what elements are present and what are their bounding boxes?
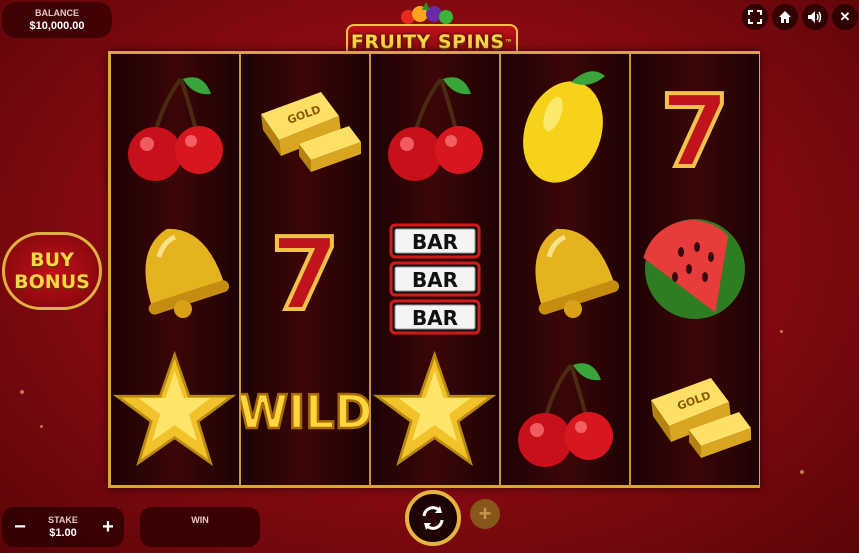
logo-trademark: ™	[504, 37, 514, 47]
gold-icon: GOLD	[651, 378, 751, 458]
star-icon	[112, 350, 237, 467]
plus-icon: +	[478, 501, 492, 526]
gold-symbol: GOLD	[241, 54, 369, 197]
win-label: WIN	[191, 515, 209, 525]
spin-arrows-icon	[422, 506, 444, 530]
fullscreen-icon	[748, 10, 762, 24]
reels-frame: GOLD 7 WILD BAR BAR BAR 7 GOLD	[108, 51, 760, 488]
watermelon-symbol	[631, 197, 759, 340]
buy-bonus-line1: BUY	[30, 249, 74, 271]
sparkle	[20, 390, 24, 394]
sparkle	[40, 425, 43, 428]
svg-text:BAR: BAR	[412, 230, 458, 254]
cherry-icon	[388, 77, 483, 181]
seven-symbol: 7	[631, 54, 759, 197]
lemon-icon	[523, 71, 605, 183]
star-symbol	[371, 340, 499, 483]
bell-symbol	[501, 197, 629, 340]
buy-bonus-button[interactable]: BUY BONUS	[2, 232, 102, 310]
stake-decrease-button[interactable]: −	[10, 516, 30, 539]
fullscreen-button[interactable]	[742, 4, 768, 30]
bar-icon: BAR BAR BAR	[389, 223, 481, 335]
win-display: WIN	[140, 507, 260, 547]
svg-text:BAR: BAR	[412, 306, 458, 330]
watermelon-icon	[643, 219, 745, 319]
gold-symbol: GOLD	[631, 340, 759, 483]
seven-icon: 7	[268, 214, 342, 335]
buy-bonus-line2: BONUS	[14, 271, 90, 293]
star-icon	[372, 350, 497, 467]
close-button[interactable]: ✕	[832, 4, 858, 30]
cherry-icon	[128, 77, 223, 181]
home-icon	[779, 11, 791, 23]
star-symbol	[111, 340, 239, 483]
close-icon: ✕	[839, 9, 851, 24]
cherry-symbol	[111, 54, 239, 197]
spin-button[interactable]	[405, 490, 461, 546]
speaker-icon	[808, 11, 822, 23]
svg-text:BAR: BAR	[412, 268, 458, 292]
logo-fruits-icon	[401, 2, 453, 24]
stake-increase-button[interactable]: +	[98, 516, 118, 539]
bar-symbol: BAR BAR BAR	[371, 197, 499, 340]
gold-icon: GOLD	[261, 92, 361, 172]
wild-symbol: WILD	[241, 340, 369, 483]
balance-value: $10,000.00	[29, 20, 85, 32]
lemon-symbol	[501, 54, 629, 197]
sound-button[interactable]	[802, 4, 828, 30]
svg-text:7: 7	[270, 216, 340, 333]
wild-icon: WILD	[241, 384, 369, 441]
sparkle	[780, 330, 783, 333]
autoplay-add-button[interactable]: +	[470, 499, 500, 529]
stake-control: − STAKE $1.00 +	[2, 507, 124, 547]
stake-value: $1.00	[49, 527, 77, 539]
balance-label: BALANCE	[35, 8, 79, 18]
stake-label: STAKE	[48, 515, 78, 525]
bell-icon	[535, 228, 620, 318]
seven-icon: 7	[658, 71, 732, 192]
sparkle	[800, 470, 804, 474]
svg-text:7: 7	[660, 73, 730, 190]
cherry-symbol	[371, 54, 499, 197]
home-button[interactable]	[772, 4, 798, 30]
balance-display: BALANCE $10,000.00	[2, 2, 112, 38]
bell-icon	[145, 228, 230, 318]
svg-text:WILD: WILD	[241, 385, 369, 439]
cherry-icon	[518, 363, 613, 467]
seven-symbol: 7	[241, 197, 369, 340]
logo-text: FRUITY SPINS	[350, 31, 505, 53]
cherry-symbol	[501, 340, 629, 483]
bell-symbol	[111, 197, 239, 340]
